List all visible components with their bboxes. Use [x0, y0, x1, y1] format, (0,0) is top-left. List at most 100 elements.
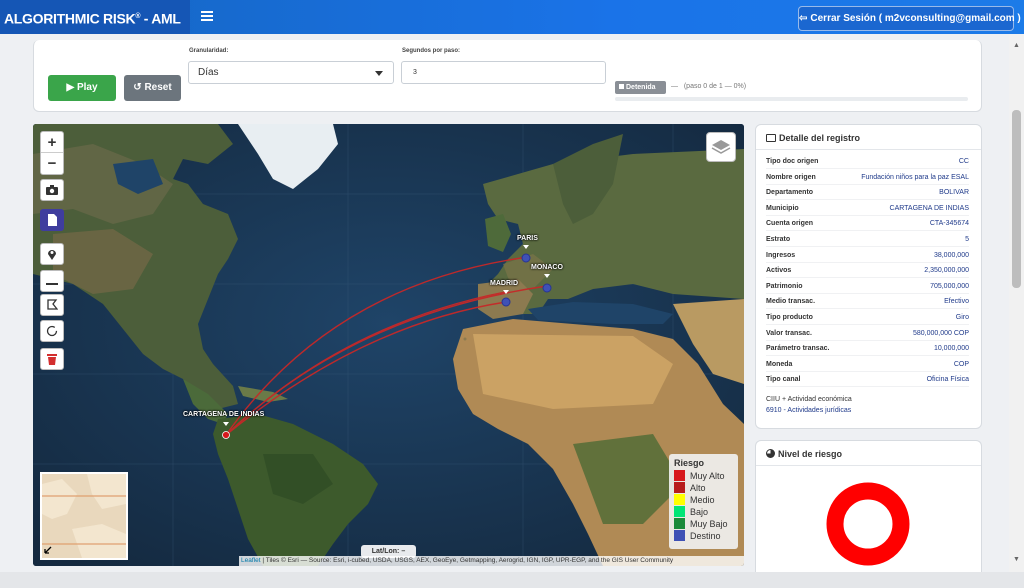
ciiu-value: 6910 - Actividades jurídicas — [766, 407, 852, 414]
detail-row: Departamento BOLIVAR — [766, 185, 969, 201]
detail-key: Tipo canal — [766, 376, 801, 384]
stop-icon — [619, 84, 624, 89]
page-footer-band — [0, 572, 1024, 588]
top-navbar: ALGORITHMIC RISK® - AML ⇦ Cerrar Sesión (… — [0, 0, 1024, 34]
detail-value: 38,000,000 — [933, 251, 969, 259]
zoom-control: + − — [40, 131, 64, 175]
zoom-out-icon[interactable]: − — [41, 153, 63, 174]
risk-legend: Riesgo Muy Alto Alto Medio Bajo Muy Bajo… — [669, 454, 738, 549]
trash-icon[interactable] — [40, 348, 64, 370]
detail-key: Nombre origen — [766, 173, 816, 181]
play-icon: ▶ — [66, 82, 75, 93]
pin-icon — [544, 274, 550, 278]
seconds-per-step-label: Segundos por paso: — [402, 48, 461, 54]
detail-row: Parámetro transac. 10,000,000 — [766, 341, 969, 357]
legend-item: Muy Bajo — [674, 518, 733, 530]
play-button[interactable]: ▶ Play — [48, 75, 116, 101]
detail-row: Activos 2,350,000,000 — [766, 263, 969, 279]
detail-key: Tipo doc origen — [766, 158, 819, 165]
leaflet-link[interactable]: Leaflet — [241, 557, 261, 564]
detail-key: Departamento — [766, 189, 814, 197]
granularity-select[interactable]: Días — [188, 61, 394, 84]
legend-item: Alto — [674, 482, 733, 494]
detail-row: Nombre origen Fundación niños para la paz… — [766, 170, 969, 185]
brand-logo[interactable]: ALGORITHMIC RISK® - AML — [0, 0, 190, 34]
map-view[interactable]: + − PARIS MONACO MADRID CARTAGENA DE IND… — [33, 124, 744, 566]
pin-icon — [223, 422, 229, 426]
detail-key: Tipo producto — [766, 314, 813, 321]
status-badge: Detenida — [615, 81, 666, 94]
detail-value: Oficina Física — [926, 376, 969, 384]
scrollbar-thumb[interactable] — [1012, 110, 1021, 288]
detail-key: Municipio — [766, 204, 799, 212]
chevron-down-icon — [375, 71, 383, 76]
detail-row: Estrato 5 — [766, 232, 969, 247]
scroll-up-icon[interactable]: ▲ — [1013, 42, 1020, 49]
file-icon[interactable] — [40, 209, 64, 231]
detail-key: Estrato — [766, 236, 791, 243]
layers-icon[interactable] — [706, 132, 736, 162]
status-text: — (paso 0 de 1 — 0%) — [671, 83, 747, 90]
legend-item: Muy Alto — [674, 470, 733, 482]
progress-bar — [615, 97, 968, 101]
detail-row: Cuenta origen CTA-345674 — [766, 216, 969, 232]
polygon-icon[interactable] — [40, 294, 64, 316]
legend-item: Bajo — [674, 506, 733, 518]
sign-out-icon: ⇦ — [799, 13, 808, 24]
detail-value: BOLIVAR — [939, 189, 969, 197]
legend-item: Medio — [674, 494, 733, 506]
detail-row: Patrimonio 705,000,000 — [766, 279, 969, 294]
reset-icon: ↺ — [133, 82, 142, 93]
detail-value: CTA-345674 — [929, 220, 969, 228]
page-scrollbar[interactable]: ▲ ▼ — [1009, 34, 1024, 572]
detail-value: 10,000,000 — [933, 345, 969, 353]
detail-value: 5 — [965, 236, 969, 243]
zoom-in-icon[interactable]: + — [41, 132, 63, 153]
city-label-origin: CARTAGENA DE INDIAS — [183, 411, 265, 418]
minimap[interactable] — [40, 472, 128, 560]
marker-icon[interactable] — [40, 243, 64, 265]
detail-value: 580,000,000 COP — [912, 329, 969, 337]
detail-row: Ingresos 38,000,000 — [766, 248, 969, 263]
detail-key: Activos — [766, 267, 792, 275]
granularity-label: Granularidad: — [189, 48, 229, 54]
id-card-icon — [766, 134, 776, 142]
circle-icon[interactable] — [40, 320, 64, 342]
detail-value: COP — [953, 360, 969, 368]
detail-value: 2,350,000,000 — [924, 267, 969, 275]
detail-value: CARTAGENA DE INDIAS — [889, 204, 969, 212]
detail-key: Ingresos — [766, 251, 796, 259]
detail-row: Tipo doc origen CC — [766, 154, 969, 169]
detail-row: Municipio CARTAGENA DE INDIAS — [766, 201, 969, 216]
city-label-madrid: MADRID — [490, 280, 518, 287]
camera-icon[interactable] — [40, 179, 64, 201]
scroll-down-icon[interactable]: ▼ — [1013, 556, 1020, 563]
detail-row: Tipo producto Giro — [766, 310, 969, 325]
seconds-per-step-input[interactable]: 3 — [401, 61, 606, 84]
detail-key: Parámetro transac. — [766, 345, 830, 353]
detail-value: CC — [958, 158, 969, 165]
minimap-image — [42, 474, 126, 558]
detail-value: Fundación niños para la paz ESAL — [861, 173, 969, 181]
detail-row: Moneda COP — [766, 357, 969, 372]
risk-donut — [826, 482, 910, 566]
menu-toggle-icon[interactable] — [201, 11, 213, 21]
pin-icon — [503, 290, 509, 294]
reset-button[interactable]: ↺ Reset — [124, 75, 181, 101]
detail-value: 705,000,000 — [930, 282, 969, 290]
detail-key: Valor transac. — [766, 329, 812, 337]
detail-value: Giro — [955, 314, 969, 321]
detail-value: Efectivo — [944, 298, 969, 306]
detail-row: Tipo canal Oficina Física — [766, 372, 969, 388]
risk-title: Nivel de riesgo — [766, 449, 842, 459]
legend-item: Destino — [674, 530, 733, 542]
risk-level-card: Nivel de riesgo — [755, 440, 982, 572]
logout-button[interactable]: ⇦ Cerrar Sesión ( m2vconsulting@gmail.com… — [798, 6, 1021, 31]
satellite-basemap — [33, 124, 744, 566]
city-label-paris: PARIS — [517, 235, 538, 242]
detail-key: Medio transac. — [766, 298, 816, 306]
detail-key: Moneda — [766, 360, 793, 368]
record-detail-card: Detalle del registro Tipo doc origen CC No… — [755, 124, 982, 429]
ciiu-label: CIIU + Actividad económica — [766, 396, 852, 403]
polyline-icon[interactable] — [40, 270, 64, 292]
